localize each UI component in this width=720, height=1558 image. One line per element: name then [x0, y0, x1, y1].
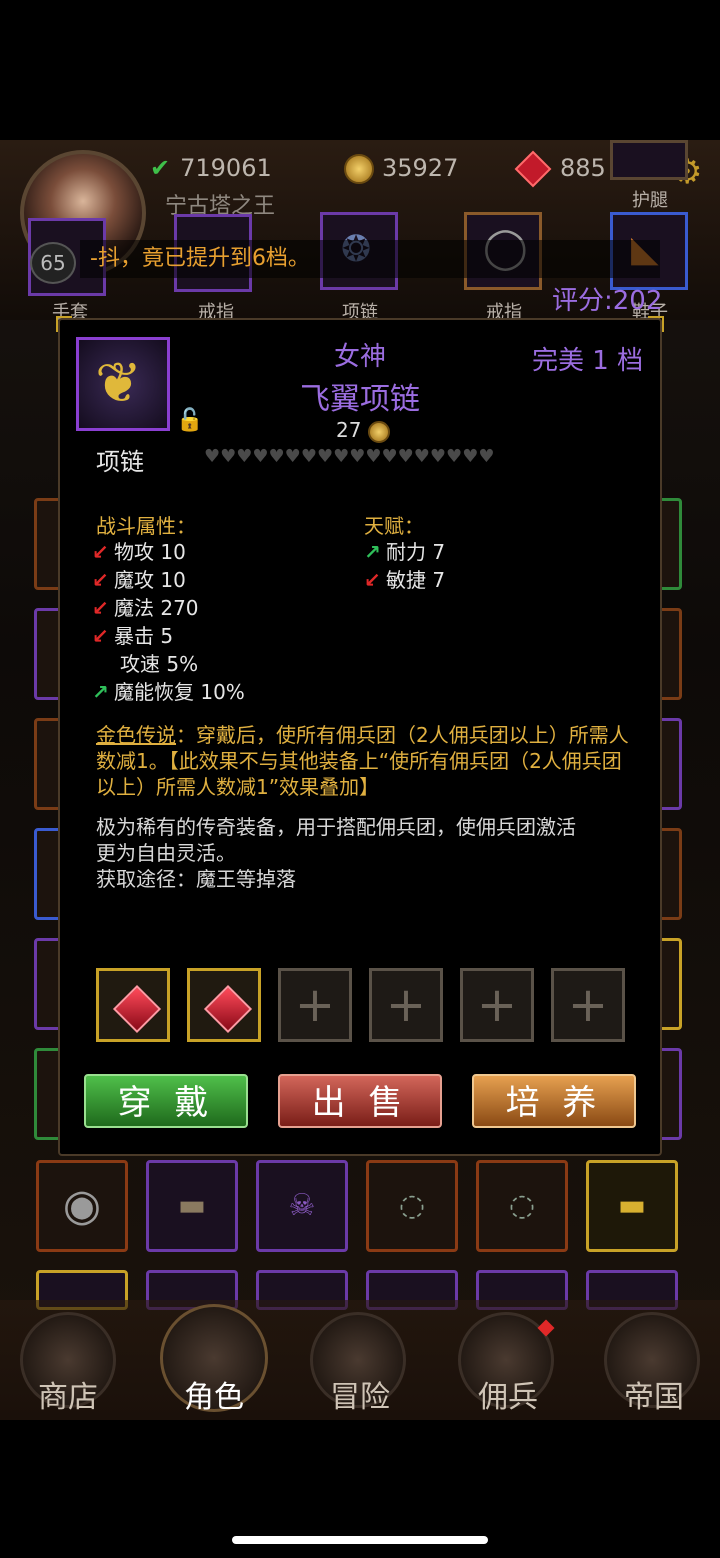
- round-shield-icon: ◉: [62, 1180, 102, 1231]
- score-label: 评分:202: [552, 286, 663, 316]
- gem-socket-empty[interactable]: +: [278, 968, 352, 1042]
- inventory-slot-shield[interactable]: ◉: [36, 1160, 128, 1252]
- stat-text: 攻速 5%: [120, 652, 199, 676]
- gold-value: 35927: [382, 154, 459, 182]
- item-description: 极为稀有的传奇装备，用于搭配佣兵团，使佣兵团激活 更为自由灵活。 获取途径：魔王…: [96, 814, 636, 892]
- wear-button[interactable]: 穿 戴: [84, 1074, 248, 1128]
- inventory-slot-belt[interactable]: ☠: [256, 1160, 348, 1252]
- unlock-icon[interactable]: 🔓: [176, 408, 203, 434]
- announcement-ticker: -抖，竟已提升到6档。: [80, 240, 660, 278]
- red-gem-icon: [514, 150, 552, 188]
- item-icon-frame: ❦: [76, 337, 170, 431]
- stat-down-arrow-icon: ↙: [92, 568, 109, 592]
- player-level-badge: 65: [30, 242, 76, 284]
- inventory-slot-belt[interactable]: ▬: [146, 1160, 238, 1252]
- combat-stat-row: ↗ 魔能恢复 10%: [92, 678, 245, 706]
- gem-socket-empty[interactable]: +: [551, 968, 625, 1042]
- stat-up-arrow-icon: ↗: [364, 540, 381, 564]
- equip-slot-leggings[interactable]: [610, 140, 688, 180]
- belt-icon: ▬: [177, 1188, 207, 1223]
- combat-stat-row: ↙ 暴击 5: [92, 622, 173, 650]
- desc-line: 更为自由灵活。: [96, 841, 236, 865]
- stat-text: 暴击 5: [114, 624, 174, 648]
- stat-text: 魔能恢复 10%: [114, 680, 245, 704]
- stat-down-arrow-icon: ↙: [92, 624, 109, 648]
- talent-row: ↗ 耐力 7: [364, 538, 445, 566]
- stat-down-arrow-icon: ↙: [364, 568, 381, 592]
- item-name: 飞翼项链: [300, 382, 420, 417]
- stat-down-arrow-icon: ↙: [92, 540, 109, 564]
- panel-corner-ornament: [56, 316, 72, 332]
- plus-icon: +: [294, 977, 336, 1033]
- legend-body: ：穿戴后，使所有佣兵团（2人佣兵团以上）所需人数减1。【此效果不与其他装备上“使…: [96, 723, 629, 799]
- plus-icon: +: [476, 977, 518, 1033]
- item-price-value: 27: [336, 418, 362, 442]
- gem-socket-filled[interactable]: [187, 968, 261, 1042]
- gold-belt-icon: ▬: [617, 1188, 647, 1223]
- nav-empire[interactable]: 帝国: [594, 1372, 714, 1416]
- train-button[interactable]: 培 养: [472, 1074, 636, 1128]
- gem-stat: 885: [514, 150, 606, 188]
- combat-stat-row: ↙ 魔法 270: [92, 594, 199, 622]
- bracelet-icon: ◌: [398, 1188, 426, 1223]
- gold-coin-icon: [344, 154, 374, 184]
- nav-adventure[interactable]: 冒险: [300, 1372, 420, 1416]
- nav-shop[interactable]: 商店: [8, 1372, 128, 1416]
- home-indicator[interactable]: [232, 1536, 488, 1544]
- gem-socket-empty[interactable]: +: [369, 968, 443, 1042]
- nav-mercenary[interactable]: 佣兵: [448, 1372, 568, 1416]
- item-quality: 完美 1 档: [532, 346, 644, 376]
- stat-down-arrow-icon: ↙: [92, 596, 109, 620]
- inventory-slot-bracelet[interactable]: ◌: [366, 1160, 458, 1252]
- gem-value: 885: [560, 154, 606, 182]
- power-value: 719061: [180, 154, 272, 182]
- combat-stat-row: 攻速 5%: [92, 650, 198, 678]
- gem-socket-empty[interactable]: +: [460, 968, 534, 1042]
- stat-text: 物攻 10: [114, 540, 186, 564]
- gold-stat: 35927: [344, 150, 458, 186]
- inventory-slot-gold-belt[interactable]: ▬: [586, 1160, 678, 1252]
- plus-icon: +: [567, 977, 609, 1033]
- combat-stat-row: ↙ 魔攻 10: [92, 566, 186, 594]
- stat-up-arrow-icon: ↗: [92, 680, 109, 704]
- slot-label-leggings: 护腿: [632, 190, 668, 211]
- inventory-slot-bracelet[interactable]: ◌: [476, 1160, 568, 1252]
- sell-button[interactable]: 出 售: [278, 1074, 442, 1128]
- skull-belt-icon: ☠: [288, 1188, 316, 1223]
- desc-line: 极为稀有的传奇装备，用于搭配佣兵团，使佣兵团激活: [96, 815, 576, 839]
- talent-text: 敏捷 7: [386, 568, 446, 592]
- desc-line: 获取途径：魔王等掉落: [96, 867, 296, 891]
- item-prefix: 女神: [333, 342, 386, 372]
- talent-title: 天赋：: [364, 514, 424, 538]
- combat-stat-row: ↙ 物攻 10: [92, 538, 186, 566]
- ruby-gem-icon: [203, 984, 253, 1034]
- ruby-gem-icon: [112, 984, 162, 1034]
- combat-stats-title: 战斗属性：: [96, 514, 196, 538]
- winged-necklace-icon: ❦: [95, 351, 142, 416]
- bracelet-icon: ◌: [508, 1188, 536, 1223]
- talent-text: 耐力 7: [386, 540, 446, 564]
- stat-text: 魔法 270: [114, 596, 199, 620]
- item-price: 27: [336, 418, 398, 443]
- gem-socket-filled[interactable]: [96, 968, 170, 1042]
- talent-row: ↙ 敏捷 7: [364, 566, 445, 594]
- power-check-icon: ✔: [150, 154, 171, 182]
- legend-effect-text: 金色传说：穿戴后，使所有佣兵团（2人佣兵团以上）所需人数减1。【此效果不与其他装…: [96, 722, 636, 800]
- stat-text: 魔攻 10: [114, 568, 186, 592]
- legend-label: 金色传说: [96, 723, 176, 747]
- plus-icon: +: [385, 977, 427, 1033]
- power-stat: ✔ 719061: [150, 150, 272, 186]
- panel-corner-ornament: [648, 316, 664, 332]
- item-hearts: ♥♥♥♥♥♥♥♥♥♥♥♥♥♥♥♥♥♥: [204, 446, 495, 467]
- gold-coin-icon: [367, 420, 390, 443]
- item-type: 项链: [96, 448, 144, 476]
- nav-character[interactable]: 角色: [154, 1372, 274, 1416]
